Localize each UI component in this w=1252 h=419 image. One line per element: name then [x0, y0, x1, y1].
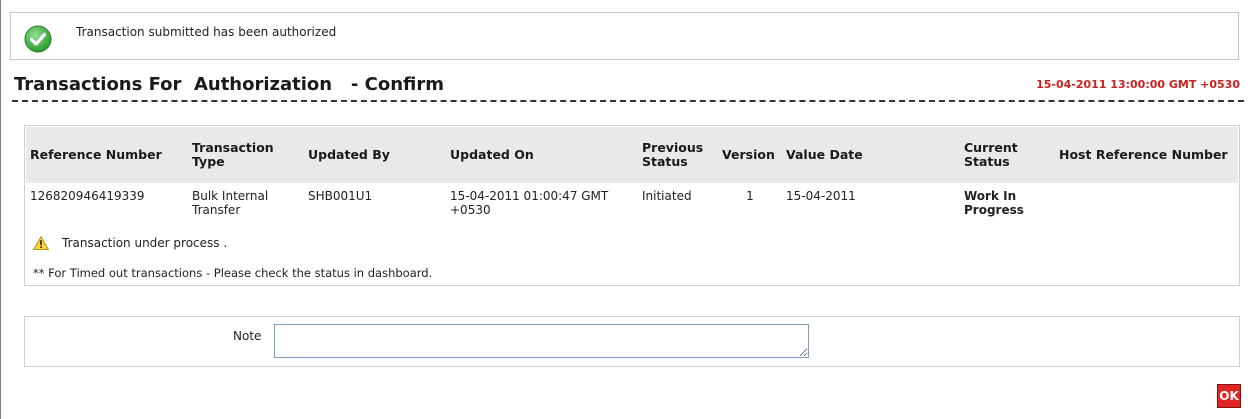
cell-current-status: Work In Progress — [964, 189, 1024, 217]
cell-updated-on: 15-04-2011 01:00:47 GMT +0530 — [450, 189, 609, 217]
col-host-reference-number: Host Reference Number — [1059, 147, 1228, 162]
cell-previous-status: Initiated — [642, 189, 692, 203]
transactions-panel: Reference Number Transaction Type Update… — [24, 125, 1240, 286]
col-updated-by: Updated By — [308, 147, 390, 162]
cell-value-date: 15-04-2011 — [786, 189, 856, 203]
col-version: Version — [722, 147, 775, 162]
table-header-row: Reference Number Transaction Type Update… — [26, 127, 1238, 183]
process-status-line: Transaction under process . — [33, 236, 227, 250]
success-message-box: Transaction submitted has been authorize… — [10, 12, 1239, 60]
note-panel: Note — [24, 316, 1240, 367]
ok-button[interactable]: OK — [1217, 384, 1241, 408]
server-timestamp: 15-04-2011 13:00:00 GMT +0530 — [1036, 78, 1240, 91]
success-message-text: Transaction submitted has been authorize… — [76, 25, 337, 39]
window-left-border — [0, 0, 1, 419]
timed-out-note: ** For Timed out transactions - Please c… — [33, 266, 433, 280]
warning-icon — [33, 236, 49, 250]
note-input[interactable] — [274, 324, 809, 358]
cell-reference-number: 126820946419339 — [30, 189, 145, 203]
transactions-table: Reference Number Transaction Type Update… — [26, 127, 1238, 217]
success-check-icon — [24, 25, 52, 53]
col-previous-status: Previous Status — [642, 140, 704, 169]
col-transaction-type: Transaction Type — [192, 140, 274, 169]
page-title: Transactions For Authorization - Confirm — [14, 74, 445, 95]
note-label: Note — [233, 329, 262, 343]
title-divider — [12, 100, 1244, 102]
col-value-date: Value Date — [786, 147, 863, 162]
cell-host-reference-number — [1055, 183, 1238, 217]
cell-version: 1 — [746, 189, 754, 203]
table-row: 126820946419339 Bulk Internal Transfer S… — [26, 183, 1238, 217]
cell-transaction-type: Bulk Internal Transfer — [192, 189, 269, 217]
col-updated-on: Updated On — [450, 147, 534, 162]
process-status-text: Transaction under process . — [62, 236, 228, 250]
cell-updated-by: SHB001U1 — [308, 189, 373, 203]
col-current-status: Current Status — [964, 140, 1018, 169]
col-reference-number: Reference Number — [30, 147, 162, 162]
